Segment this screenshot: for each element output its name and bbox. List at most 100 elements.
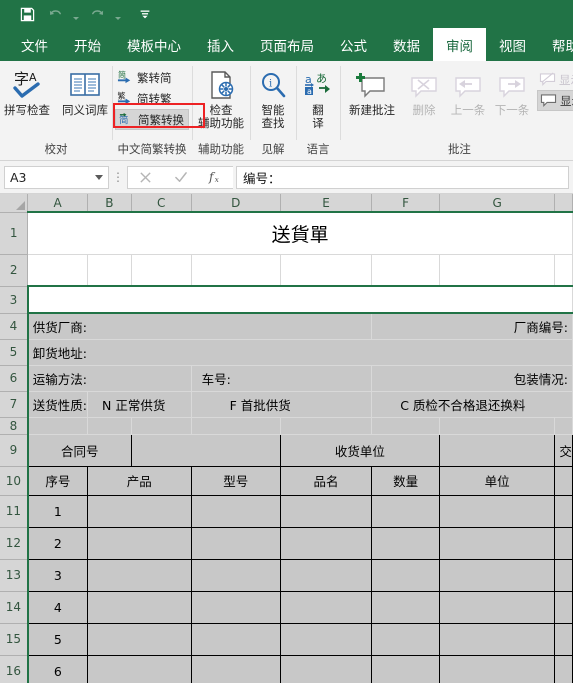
cell-row-model[interactable] [190,494,281,528]
cell-row-product[interactable] [87,494,192,528]
cell-delivery-nature-label[interactable]: 送货性质: [27,391,89,418]
confirm-button[interactable] [163,167,198,188]
cell-row-name[interactable] [279,558,373,592]
cell-G8[interactable] [439,417,556,435]
undo-dropdown-caret[interactable] [70,3,82,25]
row-header-5[interactable]: 5 [0,339,29,366]
cell-row-model[interactable] [190,558,281,592]
cell-row-quantity[interactable] [371,494,440,528]
cell-delivery-option-f[interactable]: F 首批供货 [191,391,373,418]
cell-row-model[interactable] [190,526,281,560]
cell-th-product[interactable]: 产品 [87,465,192,496]
cell-row-quantity[interactable] [371,622,440,656]
cell-row-quantity[interactable] [371,526,440,560]
customize-quick-access-button[interactable] [132,3,158,25]
cell-row-index[interactable]: 1 [27,494,89,528]
cell-D8[interactable] [191,417,281,435]
cell-row-model[interactable] [190,654,281,683]
check-accessibility-button[interactable]: 检查 辅助功能 [192,64,250,130]
row-header-6[interactable]: 6 [0,365,29,392]
cell-packing-status-label[interactable]: 包装情况: [371,365,573,392]
simplified-to-traditional-button[interactable]: 繁 简转繁 [115,88,189,109]
cell-row-model[interactable] [190,590,281,624]
chevron-down-icon[interactable] [95,174,103,180]
tab-formulas[interactable]: 公式 [327,28,380,61]
cell-title[interactable]: 送貨單 [27,212,573,255]
tab-file[interactable]: 文件 [8,28,61,61]
cell-th-index[interactable]: 序号 [27,465,89,496]
tab-view[interactable]: 视图 [486,28,539,61]
tab-review[interactable]: 审阅 [433,28,486,61]
row-header-3[interactable]: 3 [0,286,29,314]
cell-receiving-unit-label[interactable]: 收货单位 [279,433,440,467]
next-comment-button[interactable]: 下一条 [490,64,534,117]
show-all-comments-button[interactable]: 显示所有批注 [537,90,573,111]
cell-th-unit[interactable]: 单位 [438,465,556,496]
previous-comment-button[interactable]: 上一条 [446,64,490,117]
select-all-corner[interactable] [0,194,29,213]
redo-dropdown-caret[interactable] [112,3,124,25]
show-hide-comment-button[interactable]: 显示/隐藏批注 [537,69,573,90]
tab-data[interactable]: 数据 [380,28,433,61]
row-header-11[interactable]: 11 [0,495,29,528]
cell-delivery-col-partial[interactable]: 交 [554,433,573,467]
cell-row-product[interactable] [87,590,192,624]
cell-row-index[interactable]: 6 [27,654,89,683]
thesaurus-button[interactable]: 同义词库 [56,64,114,117]
cell-row-name[interactable] [279,526,373,560]
column-header-E[interactable]: E [280,194,373,213]
row-header-14[interactable]: 14 [0,591,29,624]
cell-row-product[interactable] [87,526,192,560]
cell-row-overflow[interactable] [554,654,573,683]
tab-insert[interactable]: 插入 [194,28,247,61]
cell-H8[interactable] [554,417,573,435]
spell-check-button[interactable]: 字 A 拼写检查 [0,64,56,117]
cell-receiving-unit-value[interactable] [438,433,556,467]
cell-B2[interactable] [87,254,132,287]
formula-input[interactable]: 编号： [236,165,569,189]
undo-button[interactable] [42,3,68,25]
cell-row-unit[interactable] [438,654,556,683]
cell-th-overflow[interactable] [554,465,573,496]
column-header-D[interactable]: D [191,194,281,213]
cell-th-quantity[interactable]: 数量 [371,465,440,496]
cell-contract-no-label[interactable]: 合同号 [27,433,132,467]
cell-vehicle-no-label[interactable]: 车号: [191,365,373,392]
cell-row-name[interactable] [279,622,373,656]
cell-row-unit[interactable] [438,494,556,528]
cell-row-name[interactable] [279,654,373,683]
tab-home[interactable]: 开始 [61,28,114,61]
cell-row-overflow[interactable] [554,622,573,656]
row-header-12[interactable]: 12 [0,527,29,560]
cell-unload-address-label[interactable]: 卸货地址: [27,339,573,366]
redo-button[interactable] [84,3,110,25]
delete-comment-button[interactable]: 删除 [402,64,446,117]
formula-bar-expand-dots[interactable]: ⋮ [109,171,127,183]
cell-row-overflow[interactable] [554,526,573,560]
cell-F2[interactable] [371,254,440,287]
column-header-B[interactable]: B [87,194,132,213]
cell-row-product[interactable] [87,622,192,656]
row-header-7[interactable]: 7 [0,391,29,418]
cell-A2[interactable] [27,254,89,287]
cell-contract-no-value[interactable] [130,433,281,467]
cell-B8[interactable] [87,417,132,435]
cell-row-quantity[interactable] [371,654,440,683]
cell-th-name[interactable]: 品名 [279,465,373,496]
cell-row-unit[interactable] [438,590,556,624]
cell-row-name[interactable] [279,494,373,528]
cell-delivery-option-n[interactable]: N 正常供货 [87,391,192,418]
insert-function-button[interactable]: f x [198,167,233,188]
row-header-9[interactable]: 9 [0,434,29,467]
row-header-13[interactable]: 13 [0,559,29,592]
cell-row-product[interactable] [87,654,192,683]
row-header-4[interactable]: 4 [0,313,29,340]
cell-row-index[interactable]: 3 [27,558,89,592]
cell-row-quantity[interactable] [371,558,440,592]
traditional-to-simplified-button[interactable]: 简 繁转简 [115,67,189,88]
column-header-H[interactable] [554,194,573,213]
row-header-8[interactable]: 8 [0,417,29,435]
cell-transport-method-label[interactable]: 运输方法: [27,365,192,392]
cell-row-overflow[interactable] [554,494,573,528]
cell-th-model[interactable]: 型号 [190,465,281,496]
